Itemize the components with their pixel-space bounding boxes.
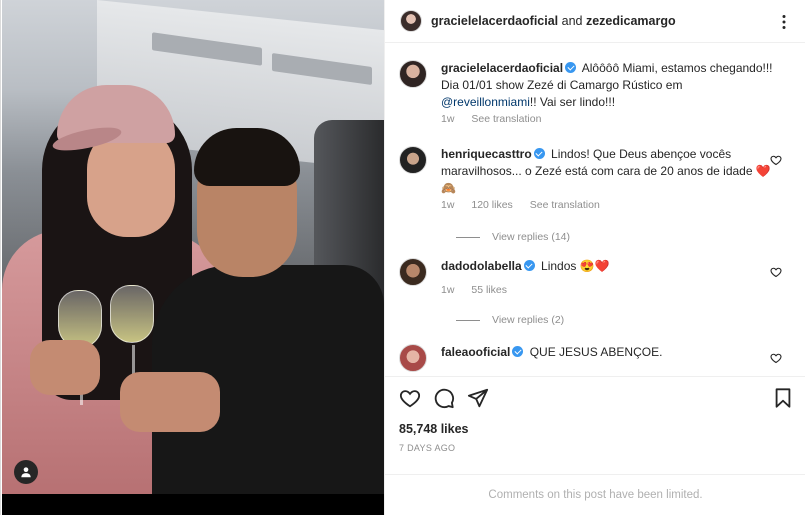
- post-photo[interactable]: [2, 0, 384, 494]
- comment-avatar[interactable]: [399, 344, 427, 372]
- view-replies-button[interactable]: View replies (2): [456, 314, 564, 326]
- caption-avatar[interactable]: [399, 60, 427, 88]
- author-username[interactable]: gracielelacerdaoficial: [431, 14, 558, 28]
- caption-username[interactable]: gracielelacerdaoficial: [441, 61, 563, 75]
- verified-badge-icon: [512, 346, 524, 357]
- caption-text-end: !! Vai ser lindo!!!: [529, 95, 616, 109]
- caption-age[interactable]: 1w: [441, 113, 454, 125]
- man-hair: [194, 128, 300, 186]
- comment-meta: 1w 120 likes See translation: [441, 199, 614, 211]
- comment-like-heart-icon[interactable]: [770, 352, 782, 364]
- caption-mention[interactable]: @reveillonmiami: [441, 95, 530, 109]
- comment-meta: 1w 55 likes: [441, 284, 521, 296]
- comment-see-translation[interactable]: See translation: [530, 199, 600, 211]
- authors-conjunction: and: [561, 14, 583, 28]
- view-replies-label: View replies (2): [492, 314, 565, 326]
- replies-divider: [456, 236, 480, 238]
- post-header: gracielelacerdaoficial and zezedicamargo: [385, 0, 805, 43]
- caption-see-translation[interactable]: See translation: [471, 113, 541, 125]
- comment-age[interactable]: 1w: [441, 199, 454, 211]
- paper-plane-icon[interactable]: [467, 387, 489, 409]
- comment-body: dadodolabella Lindos 😍❤️: [441, 258, 781, 275]
- comment-text: Lindos 😍❤️: [541, 259, 610, 273]
- comment-avatar[interactable]: [399, 258, 427, 286]
- more-options-icon[interactable]: [776, 14, 792, 30]
- likes-count[interactable]: 85,748 likes: [399, 422, 469, 436]
- caption-meta: 1w See translation: [441, 113, 555, 125]
- post-dialog: gracielelacerdaoficial and zezedicamargo…: [0, 0, 805, 515]
- bookmark-icon[interactable]: [772, 387, 794, 409]
- user-tag-button[interactable]: [14, 460, 38, 484]
- comment-likes[interactable]: 120 likes: [471, 199, 512, 211]
- replies-divider: [456, 319, 480, 321]
- comment-icon[interactable]: [433, 387, 455, 409]
- view-replies-label: View replies (14): [492, 231, 571, 243]
- verified-badge-icon: [565, 62, 577, 73]
- comments-list[interactable]: gracielelacerdaoficial Alôôôô Miami, est…: [385, 44, 805, 376]
- view-replies-button[interactable]: View replies (14): [456, 231, 570, 243]
- verified-badge-icon: [523, 260, 535, 271]
- comment-body: henriquecasttro Lindos! Que Deus abençoe…: [441, 146, 781, 197]
- post-media[interactable]: [2, 0, 384, 515]
- post-actions: [385, 376, 805, 420]
- comment-username[interactable]: henriquecasttro: [441, 147, 532, 161]
- comment-text: QUE JESUS ABENÇOE.: [529, 345, 663, 359]
- wine-glass: [110, 285, 154, 343]
- author-avatar[interactable]: [400, 10, 422, 32]
- comment-avatar[interactable]: [399, 146, 427, 174]
- user-tag-icon: [21, 467, 31, 478]
- woman-hand: [30, 340, 100, 395]
- caption-body: gracielelacerdaoficial Alôôôô Miami, est…: [441, 60, 781, 111]
- comment-body: faleaooficial QUE JESUS ABENÇOE.: [441, 344, 781, 361]
- coauthor-username[interactable]: zezedicamargo: [586, 14, 676, 28]
- post-authors: gracielelacerdaoficial and zezedicamargo: [431, 14, 676, 28]
- comment-likes[interactable]: 55 likes: [471, 284, 507, 296]
- comment-like-heart-icon[interactable]: [770, 154, 782, 166]
- comment-like-heart-icon[interactable]: [770, 266, 782, 278]
- post-age[interactable]: 7 DAYS AGO: [399, 443, 455, 453]
- verified-badge-icon: [533, 148, 545, 159]
- comments-limited-notice: Comments on this post have been limited.: [385, 474, 805, 515]
- man-hand: [120, 372, 220, 432]
- post-side-panel: gracielelacerdaoficial and zezedicamargo…: [384, 0, 805, 515]
- heart-icon[interactable]: [399, 387, 421, 409]
- comment-username[interactable]: faleaooficial: [441, 345, 510, 359]
- comment-age[interactable]: 1w: [441, 284, 454, 296]
- comment-username[interactable]: dadodolabella: [441, 259, 522, 273]
